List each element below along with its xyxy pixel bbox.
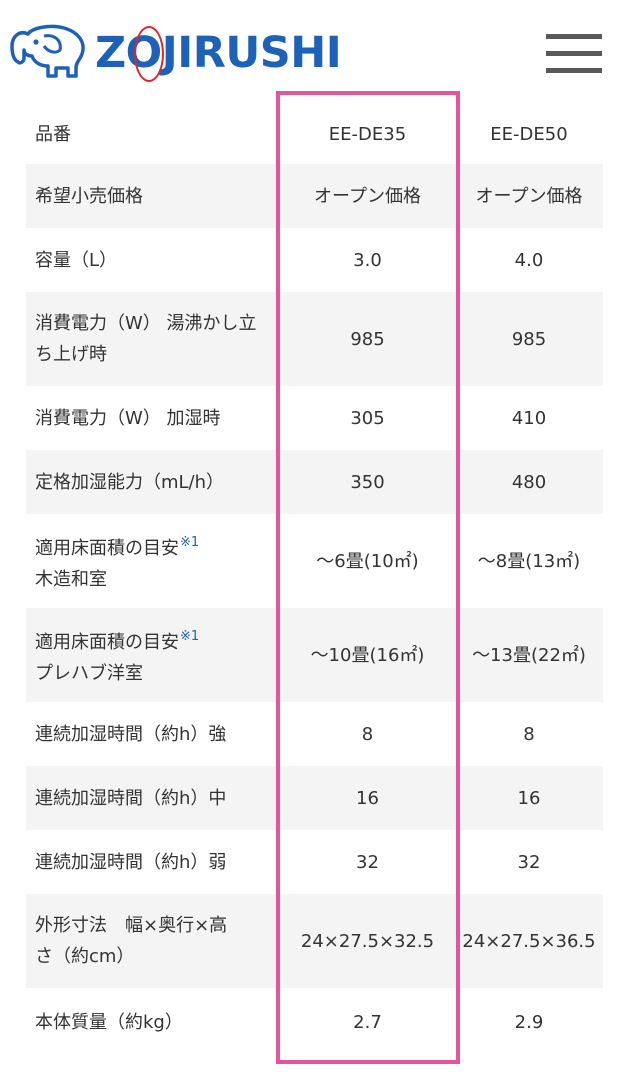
- row-label: 定格加湿能力（mL/h）: [26, 450, 280, 514]
- row-label: 適用床面積の目安※1 プレハブ洋室: [26, 608, 280, 702]
- row-label: 品番: [35, 123, 71, 145]
- value-ee-de50: 16: [455, 766, 603, 830]
- row-label: 適用床面積の目安※1 木造和室: [26, 514, 280, 608]
- row-label: 外形寸法 幅×奥行×高 さ（約cm）: [26, 894, 280, 988]
- value-ee-de35: ～6畳(10㎡): [316, 550, 419, 572]
- table-row: 外形寸法 幅×奥行×高 さ（約cm） 24×27.5×32.5 24×27.5×…: [26, 894, 603, 988]
- brand-wordmark: ZOJIRUSHI: [95, 28, 342, 78]
- row-label-line1: 消費電力（W） 湯沸かし立: [35, 313, 257, 334]
- model-ee-de35: EE-DE35: [328, 123, 407, 145]
- value-ee-de35: 305: [350, 407, 385, 429]
- value-ee-de50: 410: [511, 407, 547, 429]
- row-label-line2: さ（約cm）: [35, 946, 135, 967]
- footnote-link[interactable]: ※1: [180, 535, 199, 550]
- value-ee-de50: オープン価格: [455, 164, 603, 228]
- table-row: 消費電力（W） 加湿時 305 410: [26, 386, 603, 450]
- row-label: 消費電力（W） 湯沸かし立 ち上げ時: [26, 292, 280, 386]
- elephant-logo-icon: [10, 24, 85, 78]
- table-row: 容量（L） 3.0 4.0: [26, 228, 603, 292]
- table-row: 適用床面積の目安※1 プレハブ洋室 ～10畳(16㎡) ～13畳(22㎡): [26, 608, 603, 702]
- zojirushi-logo[interactable]: ZOJIRUSHI: [10, 22, 342, 84]
- brand-ring: [134, 26, 164, 82]
- row-label-line2: 木造和室: [35, 569, 107, 590]
- row-label-line2: プレハブ洋室: [35, 663, 143, 684]
- spec-table: 品番 EE-DE35 EE-DE50 希望小売価格 オープン価格 オープン価格 …: [26, 104, 603, 1056]
- site-header: ZOJIRUSHI: [0, 0, 629, 90]
- row-label-line2: ち上げ時: [35, 344, 107, 365]
- value-ee-de50: 8: [523, 723, 535, 745]
- table-row: 連続加湿時間（約h）弱 32 32: [26, 830, 603, 894]
- row-label: 連続加湿時間（約h）中: [26, 766, 280, 830]
- row-label-line1: 適用床面積の目安: [35, 632, 179, 653]
- table-row: 定格加湿能力（mL/h） 350 480: [26, 450, 603, 514]
- row-label: 本体質量（約kg）: [35, 1011, 183, 1033]
- value-ee-de35: 3.0: [353, 249, 382, 271]
- value-ee-de35: 350: [280, 450, 455, 514]
- value-ee-de50: 4.0: [514, 249, 544, 271]
- row-label: 連続加湿時間（約h）弱: [35, 851, 227, 873]
- row-label: 連続加湿時間（約h）強: [35, 723, 227, 745]
- table-row: 連続加湿時間（約h）強 8 8: [26, 702, 603, 766]
- row-label-line1: 適用床面積の目安: [35, 538, 179, 559]
- table-row: 希望小売価格 オープン価格 オープン価格: [26, 164, 603, 228]
- value-ee-de50: 24×27.5×36.5: [455, 894, 603, 988]
- value-ee-de50: 985: [455, 292, 603, 386]
- table-row: 連続加湿時間（約h）中 16 16: [26, 766, 603, 830]
- value-ee-de35: 24×27.5×32.5: [280, 894, 455, 988]
- row-label: 希望小売価格: [26, 164, 280, 228]
- table-row: 本体質量（約kg） 2.7 2.9: [26, 988, 603, 1056]
- brand-text: ZOJIRUSHI: [95, 28, 342, 78]
- value-ee-de35: 16: [280, 766, 455, 830]
- value-ee-de50: 480: [455, 450, 603, 514]
- value-ee-de35: オープン価格: [280, 164, 455, 228]
- row-label: 容量（L）: [35, 249, 118, 271]
- value-ee-de35: 8: [361, 723, 374, 745]
- value-ee-de50: 2.9: [514, 1011, 544, 1033]
- table-row: 適用床面積の目安※1 木造和室 ～6畳(10㎡) ～8畳(13㎡): [26, 514, 603, 608]
- value-ee-de50: ～13畳(22㎡): [455, 608, 603, 702]
- hamburger-menu-icon[interactable]: [546, 34, 602, 78]
- value-ee-de50: 32: [517, 851, 541, 873]
- model-ee-de50: EE-DE50: [490, 123, 568, 145]
- table-row: 品番 EE-DE35 EE-DE50: [26, 104, 603, 164]
- value-ee-de35: 985: [280, 292, 455, 386]
- value-ee-de50: ～8畳(13㎡): [477, 550, 581, 572]
- value-ee-de35: 32: [356, 851, 379, 873]
- table-row: 消費電力（W） 湯沸かし立 ち上げ時 985 985: [26, 292, 603, 386]
- footnote-link[interactable]: ※1: [180, 629, 199, 644]
- row-label-line1: 外形寸法 幅×奥行×高: [35, 915, 228, 936]
- value-ee-de35: ～10畳(16㎡): [280, 608, 455, 702]
- row-label: 消費電力（W） 加湿時: [35, 407, 221, 429]
- value-ee-de35: 2.7: [353, 1011, 382, 1033]
